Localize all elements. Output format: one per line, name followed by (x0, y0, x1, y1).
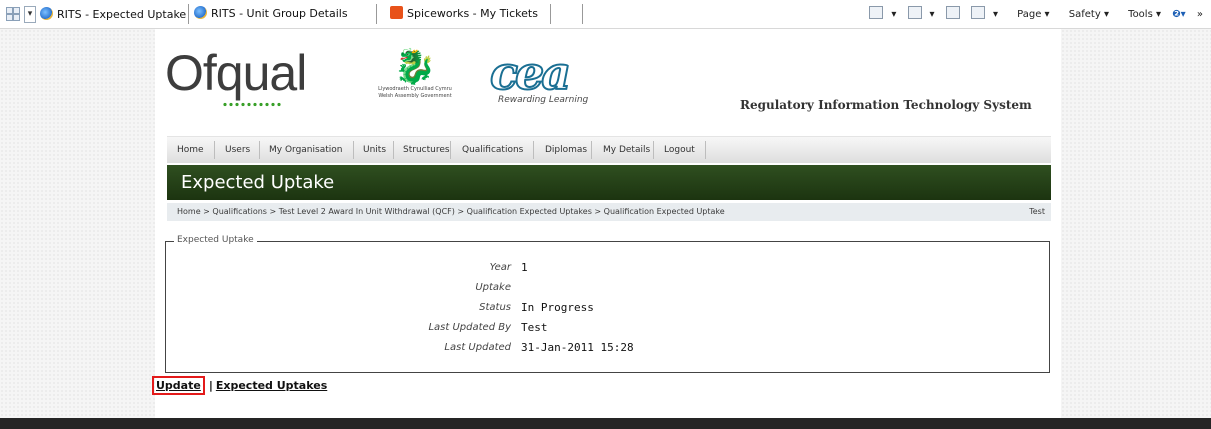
browser-tab-unit-group-details[interactable]: RITS - Unit Group Details (194, 3, 348, 25)
link-separator: | (208, 379, 213, 392)
nav-home[interactable]: Home (177, 137, 204, 163)
update-highlight: Update (152, 376, 205, 395)
left-background-panel (0, 29, 155, 418)
breadcrumb: Home > Qualifications > Test Level 2 Awa… (167, 203, 1051, 221)
action-links: Update | Expected Uptakes (152, 376, 327, 395)
field-row-last-updated: Last Updated 31-Jan-2011 15:28 (166, 338, 1049, 358)
right-background-panel (1061, 29, 1211, 418)
field-label: Last Updated By (428, 322, 511, 333)
page-title: Expected Uptake (181, 172, 335, 193)
main-nav: Home Users My Organisation Units Structu… (167, 136, 1051, 163)
browser-tab-bar: ▾ RITS - Expected Uptake✖ RITS - Unit Gr… (0, 0, 1211, 29)
expected-uptake-fieldset: Expected Uptake Year 1 Uptake Status In … (165, 235, 1050, 373)
home-icon[interactable] (869, 6, 884, 19)
dragon-icon: 🐉 (393, 47, 437, 87)
tab-label: RITS - Unit Group Details (211, 7, 348, 20)
nav-users[interactable]: Users (225, 137, 250, 163)
field-row-year: Year 1 (166, 258, 1049, 278)
tab-list-dropdown-button[interactable]: ▾ (24, 6, 36, 23)
page-menu[interactable]: Page ▾ (1009, 9, 1049, 20)
breadcrumb-path[interactable]: Home > Qualifications > Test Level 2 Awa… (177, 203, 725, 221)
nav-structures[interactable]: Structures (403, 137, 450, 163)
bottom-bar (0, 418, 1211, 429)
ie-icon (194, 6, 207, 19)
nav-diplomas[interactable]: Diplomas (545, 137, 587, 163)
nav-qualifications[interactable]: Qualifications (462, 137, 523, 163)
browser-tab-expected-uptake[interactable]: RITS - Expected Uptake✖ (40, 3, 206, 25)
fieldset-legend: Expected Uptake (174, 235, 257, 245)
field-value: 31-Jan-2011 15:28 (521, 341, 634, 354)
feeds-icon[interactable] (907, 6, 922, 19)
tab-label: Spiceworks - My Tickets (407, 7, 538, 20)
page-title-band: Expected Uptake (167, 165, 1051, 200)
ofqual-dots-icon (222, 102, 282, 107)
field-row-status: Status In Progress (166, 298, 1049, 318)
tab-label: RITS - Expected Uptake (57, 8, 187, 21)
quick-tabs-icon[interactable] (6, 7, 20, 21)
nav-logout[interactable]: Logout (664, 137, 695, 163)
command-bar: ▾ ▾ ▾ Page ▾ Safety ▾ Tools ▾ ❷▾ » (861, 6, 1203, 20)
update-link[interactable]: Update (156, 379, 201, 392)
print-icon[interactable] (970, 6, 985, 19)
expected-uptakes-link[interactable]: Expected Uptakes (216, 379, 327, 392)
field-label: Year (489, 262, 511, 273)
field-label: Uptake (475, 282, 511, 293)
field-value: 1 (521, 261, 528, 274)
nav-units[interactable]: Units (363, 137, 386, 163)
ccea-logo: cea Rewarding Learning (489, 46, 589, 105)
field-row-uptake: Uptake (166, 278, 1049, 298)
current-user: Test (1029, 207, 1045, 216)
field-value: In Progress (521, 301, 594, 314)
spiceworks-icon (390, 6, 403, 19)
field-label: Status (479, 302, 511, 313)
field-value: Test (521, 321, 548, 334)
safety-menu[interactable]: Safety ▾ (1061, 9, 1109, 20)
nav-my-organisation[interactable]: My Organisation (269, 137, 342, 163)
overflow-chevron-icon[interactable]: » (1197, 9, 1203, 20)
browser-tab-spiceworks[interactable]: Spiceworks - My Tickets (390, 3, 538, 25)
tools-menu[interactable]: Tools ▾ (1120, 9, 1161, 20)
field-row-last-updated-by: Last Updated By Test (166, 318, 1049, 338)
welsh-assembly-logo: 🐉 Llywodraeth Cynulliad Cymru Welsh Asse… (370, 48, 460, 118)
nav-my-details[interactable]: My Details (603, 137, 650, 163)
ofqual-logo: Ofqual (165, 48, 307, 107)
system-title: Regulatory Information Technology System (740, 98, 1032, 112)
help-icon[interactable]: ❷▾ (1172, 9, 1186, 20)
ie-icon (40, 7, 53, 20)
mail-icon[interactable] (945, 6, 960, 19)
field-label: Last Updated (444, 342, 511, 353)
